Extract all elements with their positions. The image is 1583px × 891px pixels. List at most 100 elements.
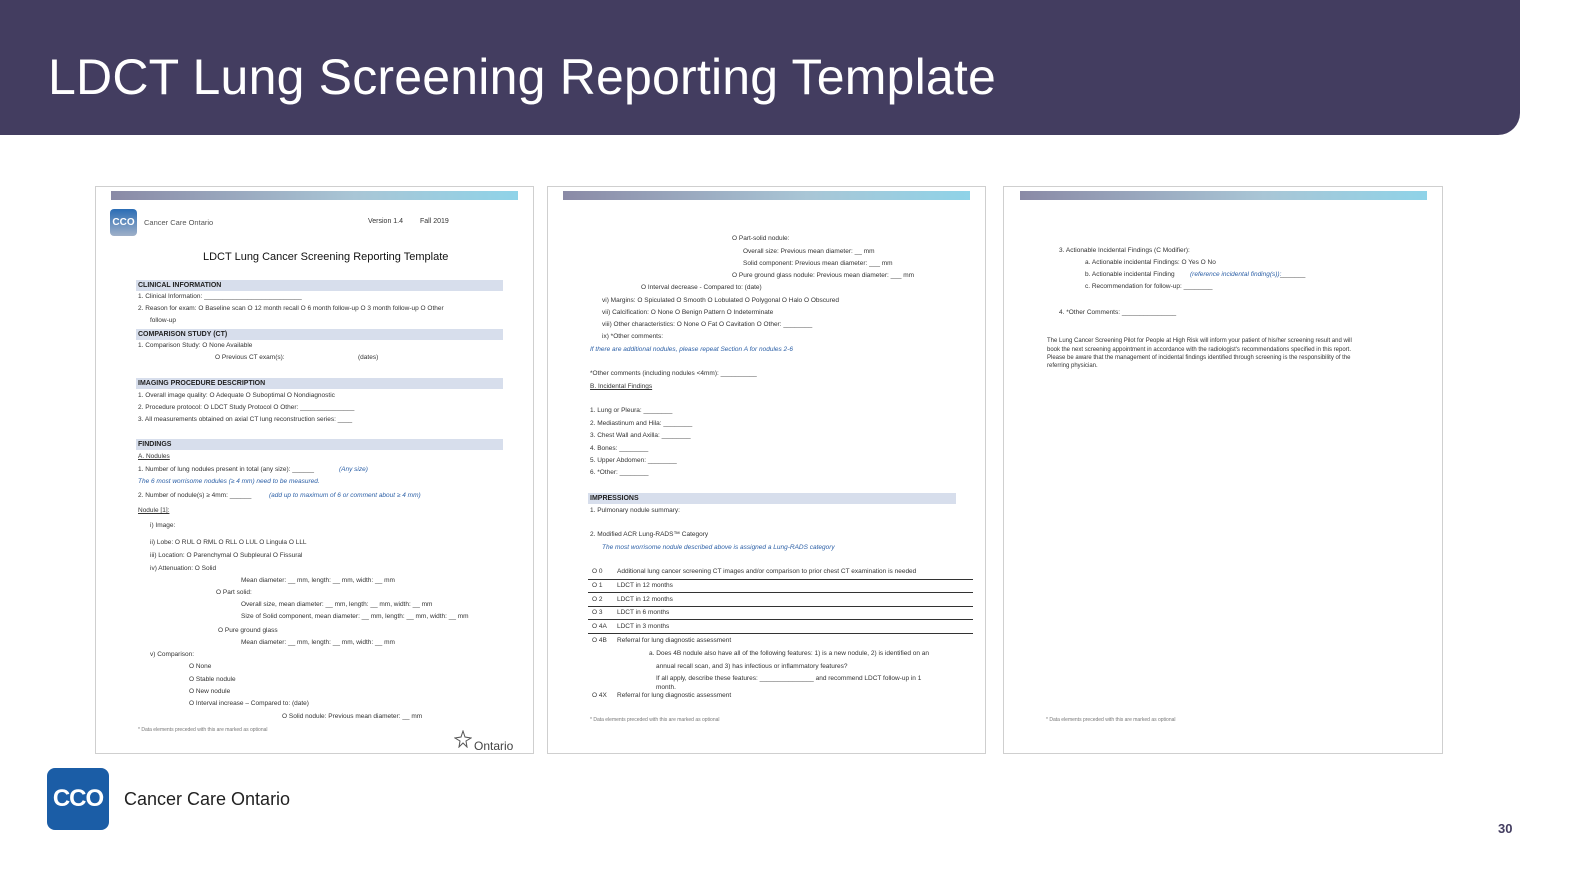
comparison-new: O New nodule xyxy=(189,688,231,695)
comparison-stable: O Stable nodule xyxy=(189,676,236,683)
org-name: Cancer Care Ontario xyxy=(144,218,214,227)
incidental-1: 1. Lung or Pleura: ________ xyxy=(590,407,673,414)
comparison-1b: O Previous CT exam(s): xyxy=(215,354,285,361)
cat-4b: Referral for lung diagnostic assessment xyxy=(617,637,732,644)
version-date: Fall 2019 xyxy=(420,218,449,225)
nodules-measure-note: The 6 most worrisome nodules (≥ 4 mm) ne… xyxy=(138,478,320,485)
incidental-3: 3. Chest Wall and Axilla: ________ xyxy=(590,432,691,439)
nodule-location: iii) Location: O Parenchymal O Subpleura… xyxy=(150,552,303,559)
section-findings: FINDINGS xyxy=(136,439,503,450)
cat-4x: Referral for lung diagnostic assessment xyxy=(617,692,732,699)
nodule-1-label: Nodule [1]: xyxy=(138,507,170,514)
incidental-heading: B. Incidental Findings xyxy=(590,383,653,390)
other-comments: *Other comments (including nodules <4mm)… xyxy=(590,370,757,377)
nodule-comparison: v) Comparison: xyxy=(150,651,195,658)
optional-note: * Data elements preceded with this are m… xyxy=(590,717,720,723)
cat-4b-code: O 4B xyxy=(592,637,607,644)
paragraph-line-4: referring physician. xyxy=(1047,363,1098,369)
footer-org-name: Cancer Care Ontario xyxy=(124,789,291,809)
other-characteristics: viii) Other characteristics: O None O Fa… xyxy=(602,321,813,328)
cat-2-code: O 2 xyxy=(592,596,603,603)
incidental-5: 5. Upper Abdomen: ________ xyxy=(590,457,677,464)
clinical-2: 2. Reason for exam: O Baseline scan O 12… xyxy=(138,305,444,312)
actionable-yes-no: a. Actionable incidental Findings: O Yes… xyxy=(1085,259,1216,266)
slide-title: LDCT Lung Screening Reporting Template xyxy=(48,49,996,105)
part-solid-component: Size of Solid component, mean diameter: … xyxy=(241,613,469,620)
comparison-1: 1. Comparison Study: O None Available xyxy=(138,342,253,349)
page-header-bar xyxy=(563,191,970,200)
cat-3-code: O 3 xyxy=(592,609,603,616)
paragraph-line-2: book the next screening appointment in a… xyxy=(1047,347,1351,353)
cat-0: Additional lung cancer screening CT imag… xyxy=(617,568,917,575)
title-banner: LDCT Lung Screening Reporting Template xyxy=(0,0,1520,135)
cat-4b-c: If all apply, describe these features: _… xyxy=(656,675,922,682)
cat-1: LDCT in 12 months xyxy=(617,582,673,589)
part-solid-component: Solid component: Previous mean diameter:… xyxy=(743,260,893,267)
cat-0-code: O 0 xyxy=(592,568,603,575)
page-header-bar xyxy=(111,191,518,200)
section-clinical: CLINICAL INFORMATION xyxy=(136,280,503,291)
comparison-interval: O Interval increase – Compared to: (date… xyxy=(189,700,309,707)
template-page-3: 3. Actionable Incidental Findings (C Mod… xyxy=(1003,186,1443,754)
clinical-1: 1. Clinical Information: _______________… xyxy=(138,293,302,300)
version: Version 1.4 xyxy=(368,218,404,225)
nodules-count: 1. Number of lung nodules present in tot… xyxy=(138,466,314,473)
cat-4a: LDCT in 3 months xyxy=(617,623,670,630)
incidental-4: 4. Bones: ________ xyxy=(590,445,649,452)
cco-logo-icon: CCO xyxy=(110,209,137,236)
page-header-bar xyxy=(1020,191,1427,200)
margins: vi) Margins: O Spiculated O Smooth O Lob… xyxy=(602,297,840,304)
imaging-1: 1. Overall image quality: O Adequate O S… xyxy=(138,392,335,399)
imaging-3: 3. All measurements obtained on axial CT… xyxy=(138,416,353,423)
doc-title: LDCT Lung Cancer Screening Reporting Tem… xyxy=(203,251,449,263)
nodules-4mm-note: (add up to maximum of 6 or comment about… xyxy=(269,492,421,499)
divider xyxy=(588,633,973,634)
comparison-solid: O Solid nodule: Previous mean diameter: … xyxy=(282,713,423,720)
cat-1-code: O 1 xyxy=(592,582,603,589)
incidental-6: 6. *Other: ________ xyxy=(590,469,649,476)
part-solid-overall: Overall size: Previous mean diameter: __… xyxy=(743,248,875,255)
comparison-dates: (dates) xyxy=(358,354,379,361)
paragraph-line-1: The Lung Cancer Screening Pilot for Peop… xyxy=(1047,338,1352,344)
nodules-count-note: (Any size) xyxy=(339,466,368,473)
cat-4x-code: O 4X xyxy=(592,692,607,699)
ontario-trillium-icon xyxy=(453,729,473,749)
impression-2: 2. Modified ACR Lung-RADS™ Category xyxy=(590,531,709,538)
optional-note: * Data elements preceded with this are m… xyxy=(1046,717,1176,723)
part-solid: O Part solid: xyxy=(216,589,252,596)
section-impressions: IMPRESSIONS xyxy=(588,493,956,504)
impression-2-note: The most worrisome nodule described abov… xyxy=(602,544,835,551)
actionable-finding-note: (reference incidental finding(s)): xyxy=(1190,271,1282,278)
divider xyxy=(588,619,973,620)
cat-4b-a: a. Does 4B nodule also have all of the f… xyxy=(649,650,930,657)
actionable-finding-blank: _______ xyxy=(1280,271,1306,278)
incidental-2: 2. Mediastinum and Hila: ________ xyxy=(590,420,693,427)
comparison-none: O None xyxy=(189,663,212,670)
page-number: 30 xyxy=(1498,821,1513,836)
divider xyxy=(588,579,973,580)
section-imaging: IMAGING PROCEDURE DESCRIPTION xyxy=(136,378,503,389)
ontario-wordmark: Ontario xyxy=(474,739,514,753)
cco-logo-icon: CCO xyxy=(47,768,109,830)
nodules-4mm: 2. Number of nodule(s) ≥ 4mm: ______ xyxy=(138,492,252,499)
repeat-note: If there are additional nodules, please … xyxy=(590,346,793,353)
actionable-findings: 3. Actionable Incidental Findings (C Mod… xyxy=(1059,247,1190,254)
cat-4a-code: O 4A xyxy=(592,623,607,630)
impression-1: 1. Pulmonary nodule summary: xyxy=(590,507,680,514)
optional-note: * Data elements preceded with this are m… xyxy=(138,727,268,733)
template-page-1: CCO Cancer Care Ontario Version 1.4 Fall… xyxy=(95,186,534,754)
follow-up-recommendation: c. Recommendation for follow-up: _______… xyxy=(1085,283,1213,290)
other-comments-ix: ix) *Other comments: xyxy=(602,333,664,340)
nodule-image: i) Image: xyxy=(150,522,176,529)
other-comments: 4. *Other Comments: _______________ xyxy=(1059,309,1177,316)
cat-3: LDCT in 6 months xyxy=(617,609,670,616)
part-solid-nodule: O Part-solid nodule: xyxy=(732,235,790,242)
section-comparison: COMPARISON STUDY (CT) xyxy=(136,329,503,340)
imaging-2: 2. Procedure protocol: O LDCT Study Prot… xyxy=(138,404,355,411)
divider xyxy=(588,592,973,593)
pure-ggn: O Pure ground glass xyxy=(218,627,278,634)
pure-ggn-previous: O Pure ground glass nodule: Previous mea… xyxy=(732,272,915,279)
interval-decrease: O Interval decrease - Compared to: (date… xyxy=(641,284,762,291)
paragraph-line-3: Please be aware that the management of i… xyxy=(1047,355,1351,361)
cat-2: LDCT in 12 months xyxy=(617,596,673,603)
